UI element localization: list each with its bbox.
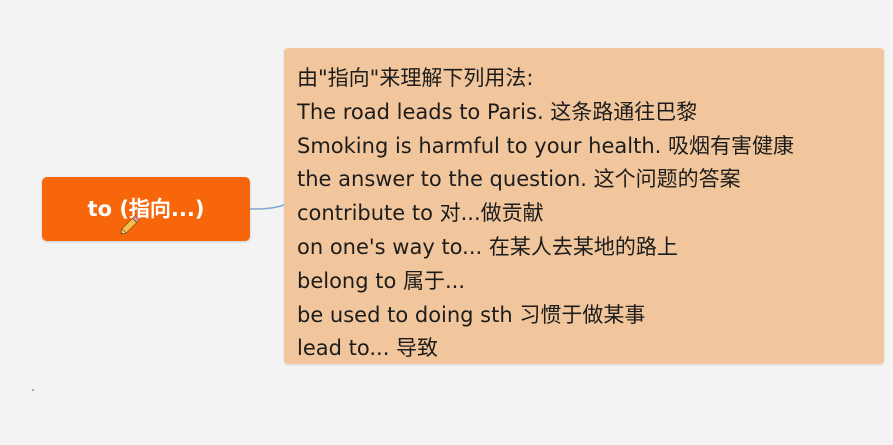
note-box[interactable]: 由"指向"来理解下列用法: The road leads to Paris. 这… [284,48,884,364]
note-line: Smoking is harmful to your health. 吸烟有害健… [297,133,794,158]
note-line: belong to 属于... [297,268,466,293]
topic-label: to (指向...) [87,197,205,221]
note-line: contribute to 对...做贡献 [297,201,544,226]
topic-node[interactable]: to (指向...) [42,177,250,241]
note-line: 由"指向"来理解下列用法: [297,66,534,90]
mindmap-canvas: to (指向...) 由"指向"来理解下列用法: The road leads … [0,0,893,445]
canvas-dot [32,389,34,391]
note-line: be used to doing sth 习惯于做某事 [297,302,646,327]
note-line: on one's way to... 在某人去某地的路上 [297,234,678,259]
note-line: lead to... 导致 [297,336,439,361]
pencil-icon[interactable] [117,210,145,238]
note-line: the answer to the question. 这个问题的答案 [297,167,741,192]
note-line: The road leads to Paris. 这条路通往巴黎 [297,99,698,124]
